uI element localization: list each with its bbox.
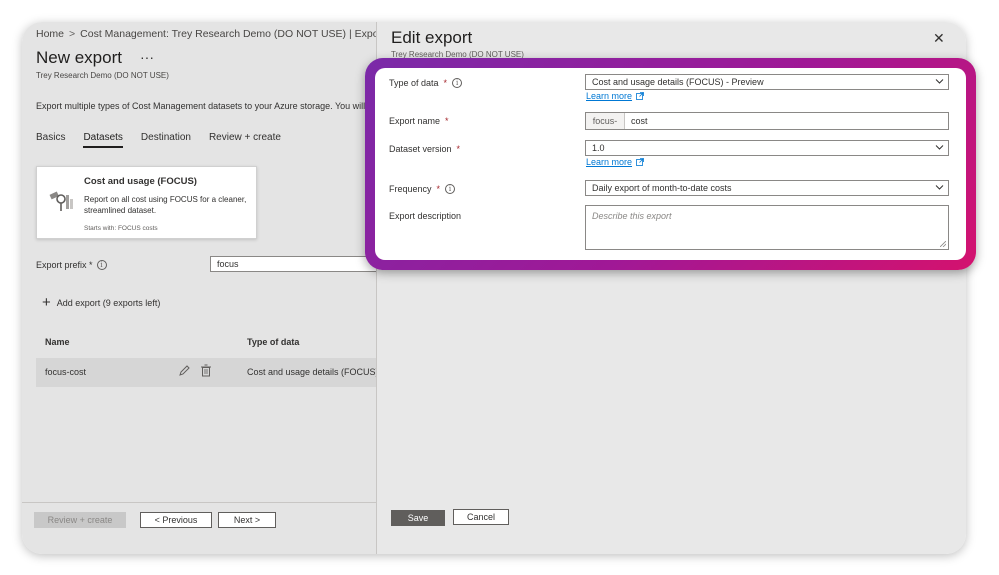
type-of-data-label: Type of data * i bbox=[389, 78, 463, 88]
dataset-version-label: Dataset version * bbox=[389, 144, 461, 154]
info-icon[interactable]: i bbox=[96, 260, 107, 270]
learn-more-link[interactable]: Learn more bbox=[586, 157, 644, 167]
export-description-placeholder: Describe this export bbox=[592, 211, 672, 221]
delete-icon[interactable] bbox=[200, 364, 212, 377]
wizard-tabs: Basics Datasets Destination Review + cre… bbox=[36, 132, 299, 148]
card-title: Cost and usage (FOCUS) bbox=[84, 176, 197, 187]
frequency-dropdown[interactable]: Daily export of month-to-date costs bbox=[585, 180, 949, 196]
page-description: Export multiple types of Cost Management… bbox=[36, 101, 366, 111]
add-export-button[interactable]: + Add export (9 exports left) bbox=[42, 294, 161, 311]
resize-grip-icon[interactable] bbox=[940, 241, 946, 247]
plus-icon: + bbox=[42, 294, 51, 311]
previous-button[interactable]: < Previous bbox=[140, 512, 212, 528]
cost-focus-icon bbox=[49, 191, 73, 211]
dataset-version-value: 1.0 bbox=[592, 143, 605, 153]
dataset-version-dropdown[interactable]: 1.0 bbox=[585, 140, 949, 156]
add-export-label: Add export (9 exports left) bbox=[56, 298, 161, 308]
new-export-blade: Home > Cost Management: Trey Research Demo… bbox=[22, 22, 401, 554]
dataset-card-focus[interactable]: Cost and usage (FOCUS) Report on all cos… bbox=[36, 166, 257, 239]
edit-icon[interactable] bbox=[178, 364, 190, 377]
info-icon[interactable]: i bbox=[452, 78, 463, 88]
export-name-input[interactable]: focus- cost bbox=[585, 112, 949, 130]
tab-basics[interactable]: Basics bbox=[36, 132, 65, 148]
breadcrumb-home[interactable]: Home bbox=[36, 28, 64, 40]
row-name: focus-cost bbox=[45, 367, 87, 377]
close-icon[interactable]: ✕ bbox=[933, 30, 945, 47]
export-name-prefix: focus- bbox=[586, 113, 625, 129]
learn-more-link[interactable]: Learn more bbox=[586, 91, 644, 101]
chevron-down-icon bbox=[935, 145, 944, 150]
tab-datasets[interactable]: Datasets bbox=[83, 132, 124, 148]
export-prefix-label: Export prefix * i bbox=[36, 260, 107, 270]
export-prefix-input[interactable]: focus bbox=[210, 256, 380, 272]
type-of-data-dropdown[interactable]: Cost and usage details (FOCUS) - Preview bbox=[585, 74, 949, 90]
cancel-button[interactable]: Cancel bbox=[453, 509, 509, 525]
page-title: New export bbox=[36, 48, 122, 67]
more-options-icon[interactable]: ··· bbox=[140, 49, 154, 65]
export-name-value: cost bbox=[631, 116, 648, 126]
highlight-frame: Type of data * i Cost and usage details (… bbox=[365, 58, 976, 270]
next-button[interactable]: Next > bbox=[218, 512, 276, 528]
card-footer: Starts with: FOCUS costs bbox=[84, 225, 158, 232]
page-subtitle: Trey Research Demo (DO NOT USE) bbox=[36, 71, 169, 80]
chevron-down-icon bbox=[935, 185, 944, 190]
review-create-button[interactable]: Review + create bbox=[34, 512, 126, 528]
column-header-name: Name bbox=[45, 337, 70, 347]
frequency-label: Frequency * i bbox=[389, 184, 456, 194]
export-description-textarea[interactable]: Describe this export bbox=[585, 205, 949, 250]
breadcrumb-cost-management[interactable]: Cost Management: Trey Research Demo (DO … bbox=[80, 28, 390, 40]
export-name-label: Export name * bbox=[389, 116, 449, 126]
column-header-type: Type of data bbox=[247, 337, 300, 347]
save-button[interactable]: Save bbox=[391, 510, 445, 526]
edit-export-form: Type of data * i Cost and usage details (… bbox=[375, 68, 966, 260]
external-link-icon bbox=[636, 92, 644, 100]
tab-review-create[interactable]: Review + create bbox=[209, 132, 281, 148]
info-icon[interactable]: i bbox=[445, 184, 456, 194]
external-link-icon bbox=[636, 158, 644, 166]
edit-title: Edit export bbox=[391, 28, 473, 47]
chevron-down-icon bbox=[935, 79, 944, 84]
card-description: Report on all cost using FOCUS for a cle… bbox=[84, 195, 247, 215]
type-of-data-value: Cost and usage details (FOCUS) - Preview bbox=[592, 77, 764, 87]
row-type: Cost and usage details (FOCUS) - bbox=[247, 367, 385, 377]
frequency-value: Daily export of month-to-date costs bbox=[592, 183, 732, 193]
export-description-label: Export description bbox=[389, 211, 462, 221]
breadcrumb: Home > Cost Management: Trey Research Demo… bbox=[36, 28, 401, 40]
tab-destination[interactable]: Destination bbox=[141, 132, 191, 148]
